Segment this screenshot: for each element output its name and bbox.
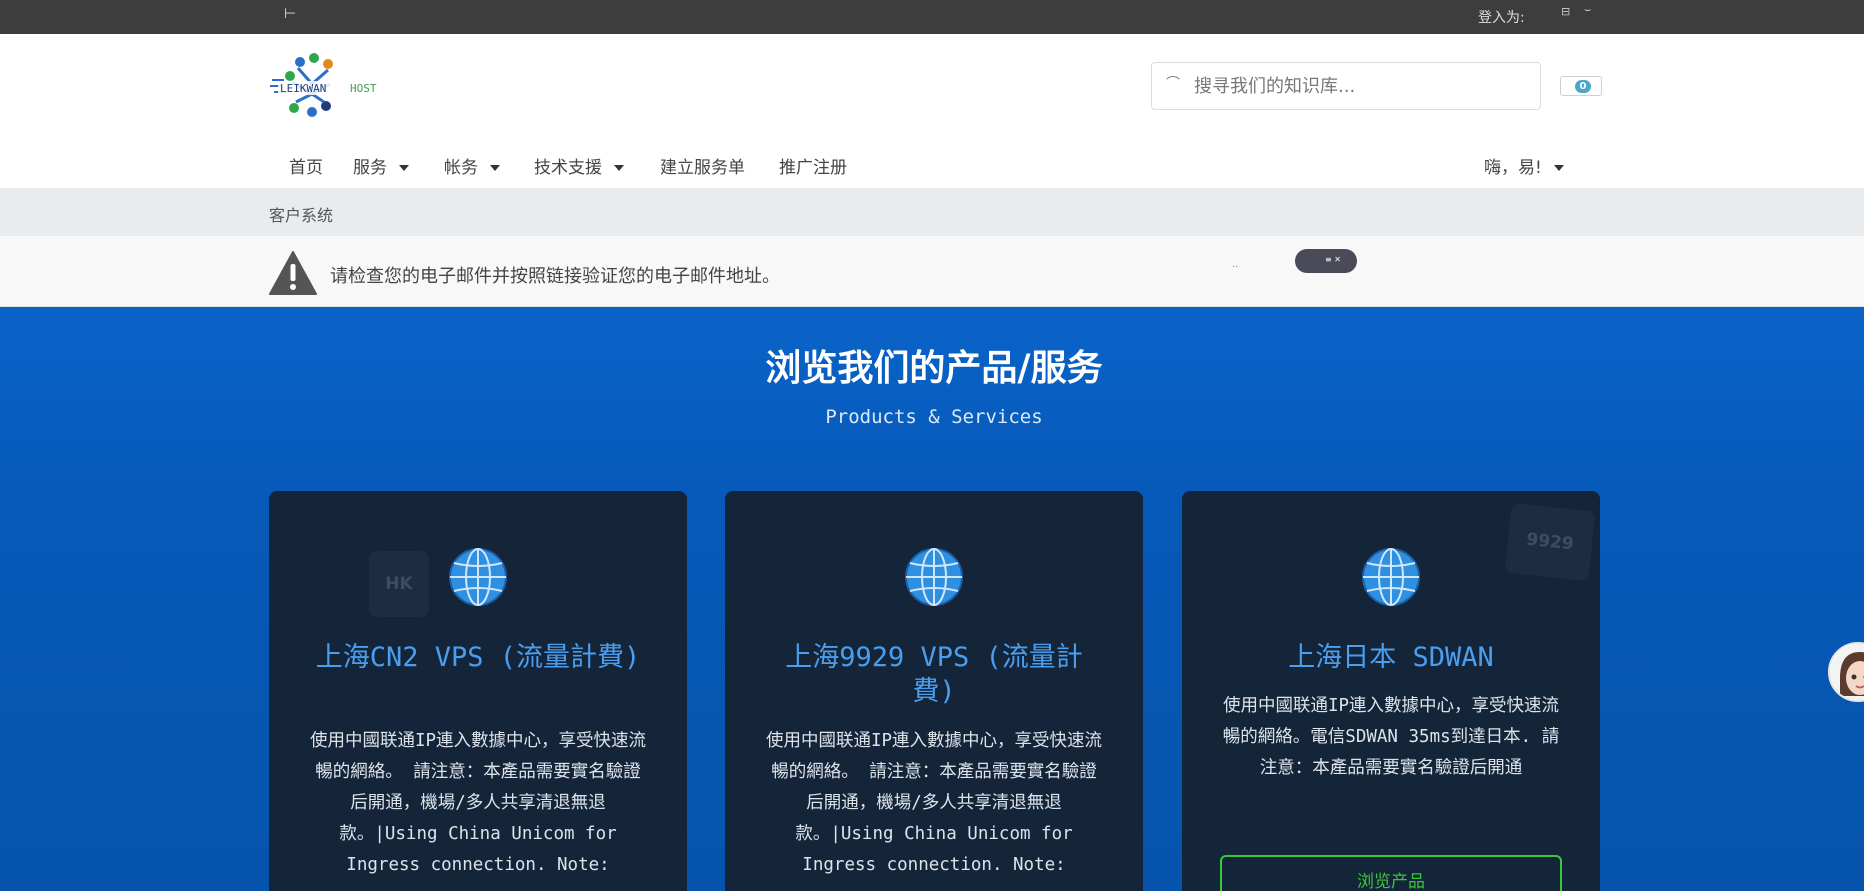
- breadcrumb: 客户系统: [0, 188, 1864, 236]
- nav-item-support[interactable]: 技术支援: [534, 153, 624, 178]
- card-tag: 9929: [1504, 502, 1596, 582]
- browse-products-button[interactable]: 浏览产品: [1220, 855, 1562, 891]
- user-greeting: 嗨，易!: [1484, 158, 1542, 178]
- card-description: 使用中國联通IP連入數據中心，享受快速流暢的網絡。 請注意：本產品需要實名驗證后…: [309, 731, 647, 875]
- globe-icon: [905, 548, 963, 606]
- nav-label: 推广注册: [779, 158, 847, 178]
- products-hero: 浏览我们的产品/服务 Products & Services HK 上海CN2 …: [0, 307, 1864, 891]
- logged-in-as-label: 登入为:: [1478, 10, 1525, 26]
- cart-count-badge: 0: [1575, 80, 1591, 93]
- site-header: LEIKWAN HOST ⌒ 0: [0, 34, 1864, 142]
- email-verify-alert: 请检查您的电子邮件并按照链接验证您的电子邮件地址。 .. ≡ ✕: [0, 236, 1864, 307]
- product-card[interactable]: 9929 上海日本 SDWAN 使用中國联通IP連入數據中心，享受快速流暢的網絡…: [1182, 491, 1600, 891]
- back-icon[interactable]: ⊢: [284, 6, 296, 22]
- hero-subtitle: Products & Services: [825, 406, 1043, 428]
- card-title[interactable]: 上海日本 SDWAN: [1222, 641, 1560, 675]
- nav-user-menu[interactable]: 嗨，易!: [1484, 153, 1564, 178]
- nav-label: 帐务: [444, 158, 478, 178]
- nav-item-home[interactable]: 首页: [289, 153, 323, 178]
- pill-label: ≡ ✕: [1325, 255, 1341, 264]
- nav-item-affiliates[interactable]: 推广注册: [779, 153, 847, 178]
- search-icon: ⌒: [1166, 76, 1180, 92]
- caret-down-icon: [614, 165, 624, 171]
- card-description: 使用中國联通IP連入數據中心，享受快速流暢的網絡。 請注意：本產品需要實名驗證后…: [765, 731, 1103, 875]
- nav-item-billing[interactable]: 帐务: [444, 153, 500, 178]
- card-tag: HK: [369, 551, 429, 617]
- warning-icon: [269, 251, 317, 295]
- main-nav: 首页 服务 帐务 技术支援 建立服务单 推广注册 嗨，易!: [0, 142, 1864, 188]
- nav-label: 建立服务单: [660, 158, 745, 178]
- card-description: 使用中國联通IP連入數據中心，享受快速流暢的網絡。電信SDWAN 35ms到達日…: [1222, 696, 1560, 778]
- globe-icon: [449, 548, 507, 606]
- card-title[interactable]: 上海CN2 VPS (流量計費): [309, 641, 647, 675]
- cart-button[interactable]: 0: [1560, 76, 1602, 96]
- card-title[interactable]: 上海9929 VPS (流量計費): [765, 641, 1103, 709]
- notification-icon[interactable]: ⊟: [1561, 5, 1570, 18]
- logo-text-right: HOST: [350, 82, 377, 95]
- nav-label: 首页: [289, 158, 323, 178]
- nav-label: 技术支援: [534, 158, 602, 178]
- globe-icon: [1362, 548, 1420, 606]
- knowledgebase-search[interactable]: ⌒: [1151, 62, 1541, 110]
- caret-down-icon: [399, 165, 409, 171]
- alert-message: 请检查您的电子邮件并按照链接验证您的电子邮件地址。: [330, 266, 780, 287]
- caret-down-icon: [1553, 165, 1564, 171]
- site-logo[interactable]: LEIKWAN HOST: [268, 50, 390, 120]
- breadcrumb-item[interactable]: 客户系统: [269, 202, 333, 226]
- resend-email-button[interactable]: ≡ ✕: [1295, 249, 1357, 273]
- logout-icon[interactable]: ⌣: [1584, 3, 1591, 17]
- alert-dots: ..: [1232, 259, 1239, 270]
- caret-down-icon: [490, 165, 500, 171]
- hero-title: 浏览我们的产品/服务: [765, 347, 1103, 389]
- nav-item-open-ticket[interactable]: 建立服务单: [660, 153, 745, 178]
- product-card[interactable]: 上海9929 VPS (流量計費) 使用中國联通IP連入數據中心，享受快速流暢的…: [725, 491, 1143, 891]
- search-input[interactable]: [1194, 72, 1524, 100]
- nav-label: 服务: [353, 158, 387, 178]
- nav-item-services[interactable]: 服务: [353, 153, 409, 178]
- product-card[interactable]: HK 上海CN2 VPS (流量計費) 使用中國联通IP連入數據中心，享受快速流…: [269, 491, 687, 891]
- top-bar: ⊢ 登入为: ⊟ ⌣: [0, 0, 1864, 34]
- logo-text-left: LEIKWAN: [280, 82, 326, 95]
